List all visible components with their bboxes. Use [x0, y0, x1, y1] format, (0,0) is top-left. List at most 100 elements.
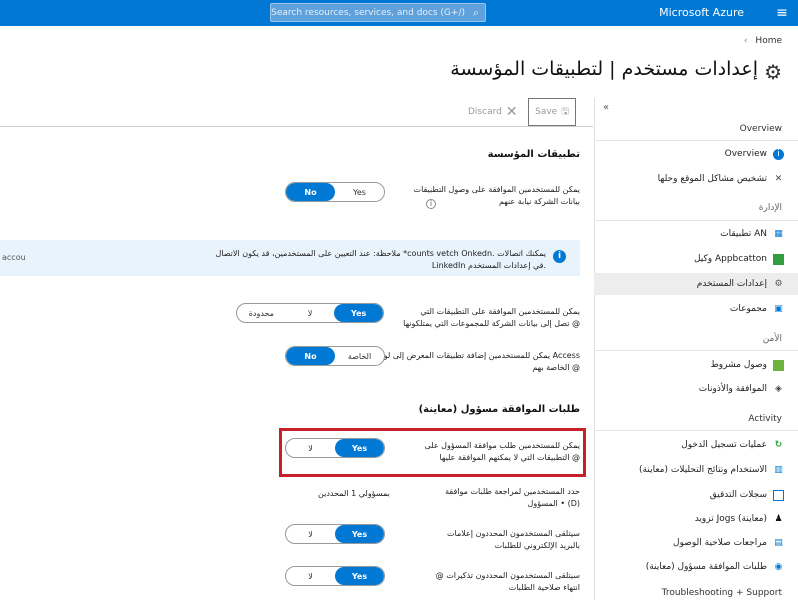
hamburger-menu-icon[interactable]: ≡ [766, 0, 798, 26]
toggle-option-yes[interactable]: Yes [335, 525, 384, 543]
setting-line: يمكن للمستخدمين إضافة تطبيقات المعرض إلى… [374, 351, 580, 360]
sidebar-item-label: تشخيص مشاكل الموقع وحلها [657, 174, 767, 184]
banner-line: LinkedIn في إعدادات المستخدم. [431, 261, 546, 270]
sidebar-item-access-reviews[interactable]: مراجعات صلاحية الوصول ▤ [594, 532, 798, 554]
sign-in-icon: ↻ [774, 439, 783, 450]
discard-icon: ✕ [505, 104, 518, 120]
toggle-option-no[interactable]: No [286, 347, 335, 365]
highlight-box [279, 428, 586, 477]
info-icon[interactable]: i [426, 199, 436, 209]
chart-icon: ▥ [774, 464, 783, 475]
discard-button[interactable]: Discard ✕ [468, 98, 520, 126]
user-consent-toggle[interactable]: No Yes [285, 182, 385, 202]
breadcrumb: ‹ Home [744, 36, 782, 46]
collapse-menu-icon[interactable]: « [603, 102, 609, 113]
save-icon: 🖫 [561, 107, 569, 117]
setting-email-notifications-label: سيتلقى المستخدمون المحددون إعلامات بالبر… [447, 528, 580, 552]
setting-line: @ سيتلقى المستخدمون المحددون تذكيرات [435, 571, 580, 580]
conditional-access-icon [773, 359, 784, 371]
sidebar-item-app-proxy[interactable]: وكيل Appbcatton [594, 248, 798, 270]
sidebar-divider [594, 430, 798, 431]
sidebar-item-label: وصول مشروط [710, 360, 767, 370]
discard-label: Discard [468, 107, 502, 117]
setting-line: بيانات الشركة نيابة عنهم [498, 197, 580, 206]
selected-reviewers-link[interactable]: بمسؤولي 1 المحددين [318, 488, 390, 500]
sidebar-divider [594, 350, 798, 351]
setting-line: سيتلقى المستخدمون المحددون إعلامات [447, 529, 580, 538]
toggle-option-private[interactable]: الخاصة [335, 347, 384, 365]
sidebar-item-label: تزويد Jogs (معاينة) [694, 514, 767, 524]
sidebar-item-conditional-access[interactable]: وصول مشروط [594, 354, 798, 376]
search-placeholder: Search resources, services, and docs (G+… [271, 8, 465, 18]
sidebar-item-label: مراجعات صلاحية الوصول [673, 538, 767, 548]
save-button[interactable]: Save 🖫 [528, 98, 576, 126]
resource-menu: « Overview Overview i تشخيص مشاكل الموقع… [594, 98, 798, 600]
sidebar-item-label: الموافقة والأذونات [698, 384, 767, 394]
setting-line: بالبريد الإلكتروني للطلبات [494, 541, 580, 550]
email-notifications-toggle[interactable]: لا Yes [285, 524, 385, 544]
sidebar-item-label: عمليات تسجيل الدخول [681, 440, 767, 450]
sidebar-item-admin-consent-requests[interactable]: طلبات الموافقة مسؤول (معاينة) ◉ [594, 556, 798, 578]
sidebar-item-label: الاستخدام ونتائج التحليلات (معاينة) [639, 465, 767, 475]
breadcrumb-separator-icon: ‹ [743, 36, 748, 46]
toolbar-divider [0, 126, 593, 127]
sidebar-item-label: إعدادات المستخدم [696, 279, 767, 289]
sidebar-item-troubleshoot[interactable]: تشخيص مشاكل الموقع وحلها ✕ [594, 168, 798, 190]
request-icon: ◉ [774, 561, 783, 572]
sidebar-divider [594, 220, 798, 221]
sidebar-item-user-settings[interactable]: إعدادات المستخدم ⚙ [594, 273, 798, 295]
proxy-icon [773, 253, 784, 265]
sidebar-item-sign-ins[interactable]: عمليات تسجيل الدخول ↻ [594, 434, 798, 456]
setting-line: المسؤول • (D) [527, 499, 580, 508]
global-search-input[interactable]: ⌕ Search resources, services, and docs (… [270, 3, 486, 22]
expiry-reminders-toggle[interactable]: لا Yes [285, 566, 385, 586]
sidebar-item-groups[interactable]: مجموعات ▣ [594, 298, 798, 320]
toggle-option-yes[interactable]: Yes [335, 567, 384, 585]
toggle-option-limited[interactable]: محدودة [237, 304, 286, 322]
page-title: إعدادات مستخدم | لتطبيقات المؤسسة [450, 58, 758, 80]
wrench-icon: ✕ [774, 173, 783, 184]
group-icon: ▣ [774, 303, 783, 314]
toggle-option-no[interactable]: لا [286, 567, 335, 585]
sidebar-divider [594, 140, 798, 141]
setting-gallery-apps-label: يمكن للمستخدمين إضافة تطبيقات المعرض إلى… [374, 350, 580, 374]
setting-user-consent-label: يمكن للمستخدمين الموافقة على وصول التطبي… [414, 184, 580, 208]
toggle-option-yes[interactable]: Yes [334, 304, 383, 322]
group-consent-toggle[interactable]: محدودة لا Yes [236, 303, 384, 323]
banner-line: ملاحظة: عند التعيين على المستخدمين، قد ي… [215, 249, 546, 258]
review-icon: ▤ [774, 537, 783, 548]
grid-icon: ▦ [774, 228, 783, 239]
toggle-option-no[interactable]: لا [286, 304, 335, 322]
sidebar-item-overview[interactable]: Overview i [594, 143, 798, 165]
sidebar-group-support: Troubleshooting + Support [661, 588, 782, 598]
sidebar-item-label: وكيل Appbcatton [693, 254, 767, 264]
sidebar-item-provisioning-logs[interactable]: تزويد Jogs (معاينة) ♟ [594, 508, 798, 530]
setting-line: يمكن للمستخدمين الموافقة على وصول التطبي… [413, 185, 580, 194]
person-icon: ♟ [774, 513, 783, 524]
gallery-apps-toggle[interactable]: No الخاصة [285, 346, 385, 366]
sidebar-group-activity: Activity [748, 414, 782, 424]
sidebar-item-consent-permissions[interactable]: الموافقة والأذونات ◈ [594, 378, 798, 400]
sidebar-header: Overview [739, 124, 782, 134]
toggle-option-no[interactable]: No [286, 183, 335, 201]
gear-icon: ⚙ [764, 60, 782, 84]
settings-gear-icon: ⚙ [774, 278, 783, 289]
setting-select-reviewers-label: حدد المستخدمين لمراجعة طلبات موافقة المس… [445, 486, 580, 510]
sidebar-item-label: Overview [724, 149, 767, 159]
banner-cut-text: accou [2, 253, 26, 262]
sidebar-item-usage-insights[interactable]: الاستخدام ونتائج التحليلات (معاينة) ▥ [594, 459, 798, 481]
setting-line: حدد المستخدمين لمراجعة طلبات موافقة [445, 487, 580, 496]
banner-text: ملاحظة: عند التعيين على المستخدمين، قد ي… [215, 248, 546, 272]
brand-name[interactable]: Microsoft Azure [659, 0, 744, 26]
log-icon [773, 489, 784, 501]
sidebar-item-audit-logs[interactable]: سجلات التدقيق [594, 484, 798, 506]
breadcrumb-home[interactable]: Home [755, 36, 782, 46]
toggle-option-yes[interactable]: Yes [335, 183, 384, 201]
top-bar: ⌕ Search resources, services, and docs (… [0, 0, 798, 26]
sidebar-item-label: مجموعات [729, 304, 767, 314]
toggle-option-no[interactable]: لا [286, 525, 335, 543]
setting-line: الخاصة بهم @ [532, 363, 580, 372]
cube-icon: ◈ [775, 383, 782, 394]
sidebar-item-ad-apps[interactable]: تطبيقات AN ▦ [594, 223, 798, 245]
setting-expiry-reminders-label: @ سيتلقى المستخدمون المحددون تذكيرات انت… [436, 570, 580, 594]
